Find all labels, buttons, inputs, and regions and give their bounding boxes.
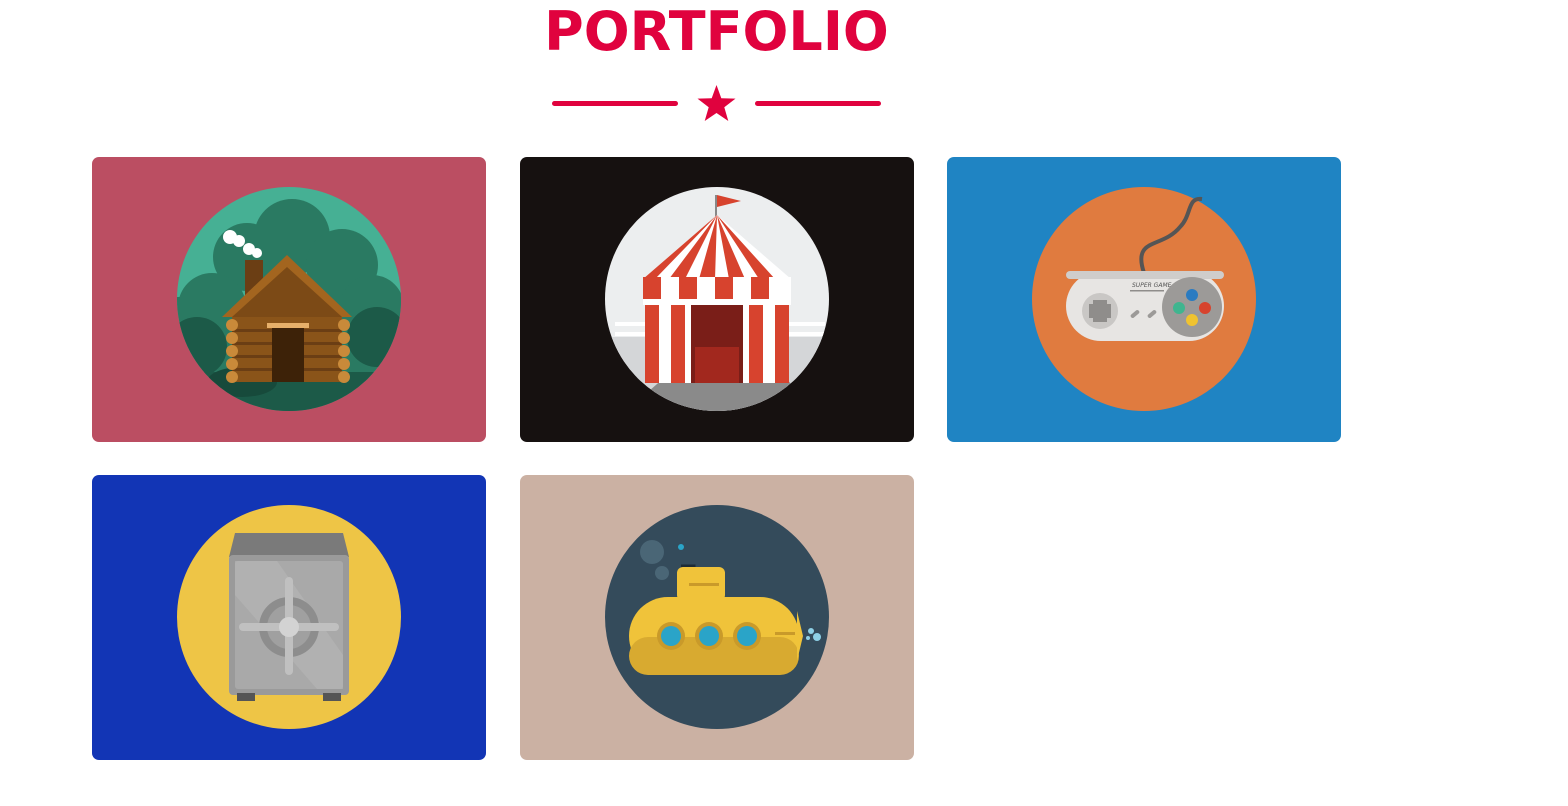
heading-divider [552, 84, 881, 124]
game-controller-icon: SUPER GAME [1032, 187, 1256, 411]
star-icon [697, 85, 736, 121]
portfolio-item-safe[interactable] [92, 475, 486, 760]
portfolio-heading: PORTFOLIO [544, 0, 889, 63]
submarine-icon [605, 505, 829, 729]
divider-line-left [552, 101, 678, 106]
portfolio-item-submarine[interactable] [520, 475, 914, 760]
controller-label: SUPER GAME [1132, 282, 1172, 289]
log-cabin-icon [177, 187, 401, 411]
portfolio-item-cabin[interactable] [92, 157, 486, 442]
safe-icon [177, 505, 401, 729]
circus-tent-icon [605, 187, 829, 411]
portfolio-item-circus[interactable] [520, 157, 914, 442]
divider-line-right [755, 101, 881, 106]
portfolio-item-game[interactable]: SUPER GAME [947, 157, 1341, 442]
